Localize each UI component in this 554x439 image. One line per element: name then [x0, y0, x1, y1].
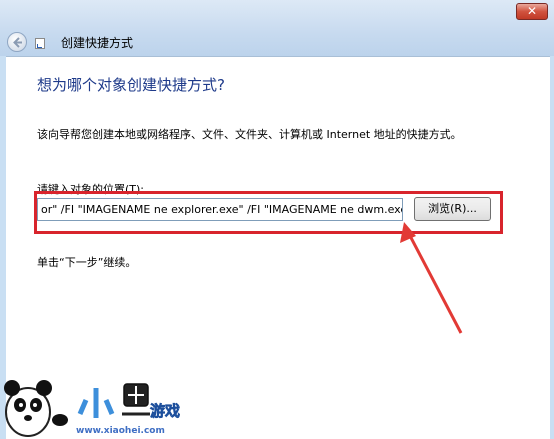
svg-text:游戏: 游戏	[150, 402, 180, 420]
panda-icon	[4, 380, 68, 437]
watermark-logo: 游戏	[4, 380, 180, 437]
watermark-site: www.xiaohei.com	[76, 426, 165, 436]
logo-glyphs	[77, 383, 150, 418]
